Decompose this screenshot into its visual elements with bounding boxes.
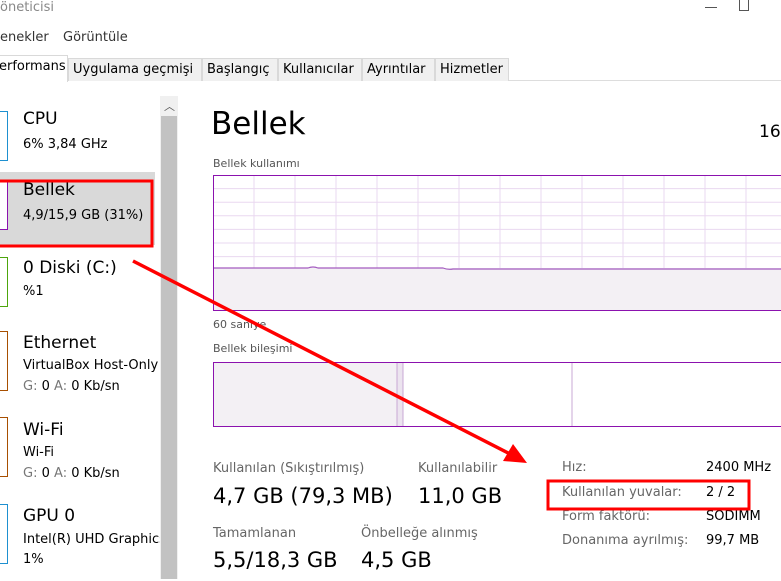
sidebar-item-label: Ethernet (23, 333, 96, 353)
window-title: öneticisi (0, 0, 54, 15)
in-use-segment (213, 362, 397, 427)
minimize-icon (705, 7, 717, 8)
tab-performance[interactable]: erformans (0, 55, 68, 82)
sidebar-item-label: GPU 0 (23, 506, 75, 526)
stat-value: 5,5/18,3 GB (213, 548, 338, 572)
stat-value: 4,5 GB (361, 548, 432, 572)
sidebar-item-sub: VirtualBox Host-Only (23, 358, 160, 373)
menu-view[interactable]: Görüntüle (63, 30, 128, 45)
time-label: 60 saniye (213, 318, 266, 331)
sidebar-item-label: 0 Diski (C:) (23, 258, 117, 278)
detail-label: Form faktörü: (562, 509, 650, 524)
stat-label: Tamamlanan (213, 526, 296, 541)
total-memory: 16 (759, 122, 781, 142)
sidebar-item-ethernet[interactable]: Ethernet VirtualBox Host-Only G: 0 A: 0 … (0, 328, 155, 413)
detail-value: 99,7 MB (706, 533, 759, 548)
tab-app-history[interactable]: Uygulama geçmişi (68, 58, 202, 81)
tab-startup[interactable]: Başlangıç (202, 58, 278, 81)
detail-label: Hız: (562, 460, 587, 475)
stat-value: 11,0 GB (418, 484, 502, 508)
sidebar-item-sub: Intel(R) UHD Graphics (23, 532, 160, 547)
disk-thumbnail (0, 257, 8, 307)
ethernet-thumbnail (0, 331, 8, 391)
tab-details[interactable]: Ayrıntılar (362, 58, 435, 81)
sidebar-item-sub: Wi-Fi (23, 445, 160, 460)
sidebar-item-sub: 6% 3,84 GHz (23, 137, 160, 152)
memory-composition-bar (213, 362, 781, 427)
stat-value: 4,7 GB (79,3 MB) (213, 484, 393, 508)
detail-value: 2 / 2 (706, 485, 735, 500)
sidebar-item-rate: G: 0 A: 0 Kb/sn (23, 466, 160, 481)
sidebar-item-sub: %1 (23, 284, 160, 299)
gpu-thumbnail (0, 504, 8, 564)
scrollbar-thumb[interactable] (161, 116, 177, 579)
sidebar-scrollbar[interactable]: ︿ (160, 96, 178, 579)
modified-segment (397, 362, 403, 427)
sidebar-item-label: Bellek (23, 180, 75, 200)
sidebar-item-cpu[interactable]: CPU 6% 3,84 GHz (0, 101, 155, 176)
memory-usage-graph (213, 175, 781, 312)
sidebar-item-sub: 4,9/15,9 GB (31%) (23, 208, 160, 223)
stat-label: Kullanılan (Sıkıştırılmış) (213, 461, 364, 476)
sidebar-item-label: CPU (23, 109, 58, 129)
composition-label: Bellek bileşimi (213, 342, 292, 355)
tab-services[interactable]: Hizmetler (435, 58, 509, 81)
minimize-button[interactable] (698, 0, 728, 14)
sidebar-item-memory[interactable]: Bellek 4,9/15,9 GB (31%) (0, 172, 155, 245)
detail-value: SODIMM (706, 509, 761, 524)
scroll-up-icon[interactable]: ︿ (164, 98, 175, 114)
maximize-button[interactable] (733, 0, 763, 14)
sidebar-item-rate: G: 0 A: 0 Kb/sn (23, 379, 160, 394)
detail-label: Donanıma ayrılmış: (562, 533, 688, 548)
menu-options[interactable]: enekler (0, 30, 49, 45)
tab-bar: erformans Uygulama geçmişi Başlangıç Kul… (0, 55, 781, 81)
cpu-thumbnail (0, 111, 8, 161)
tab-users[interactable]: Kullanıcılar (278, 58, 362, 81)
sidebar-item-label: Wi-Fi (23, 420, 64, 440)
detail-label: Kullanılan yuvalar: (562, 485, 682, 500)
detail-value: 2400 MHz (706, 460, 771, 475)
sidebar-item-gpu[interactable]: GPU 0 Intel(R) UHD Graphics 1% (0, 501, 155, 581)
sidebar-item-sub2: 1% (23, 552, 160, 567)
page-title: Bellek (211, 106, 306, 142)
usage-label: Bellek kullanımı (213, 157, 300, 170)
stat-label: Önbelleğe alınmış (361, 526, 478, 541)
sidebar-item-wifi[interactable]: Wi-Fi Wi-Fi G: 0 A: 0 Kb/sn (0, 415, 155, 500)
maximize-icon (739, 0, 749, 11)
sidebar: CPU 6% 3,84 GHz Bellek 4,9/15,9 GB (31%)… (0, 96, 160, 579)
annotation-arrowhead (503, 444, 527, 463)
memory-thumbnail (0, 180, 8, 230)
sidebar-item-disk[interactable]: 0 Diski (C:) %1 (0, 251, 155, 326)
usage-fill (213, 268, 781, 311)
stat-label: Kullanılabilir (418, 461, 497, 476)
wifi-thumbnail (0, 417, 8, 477)
